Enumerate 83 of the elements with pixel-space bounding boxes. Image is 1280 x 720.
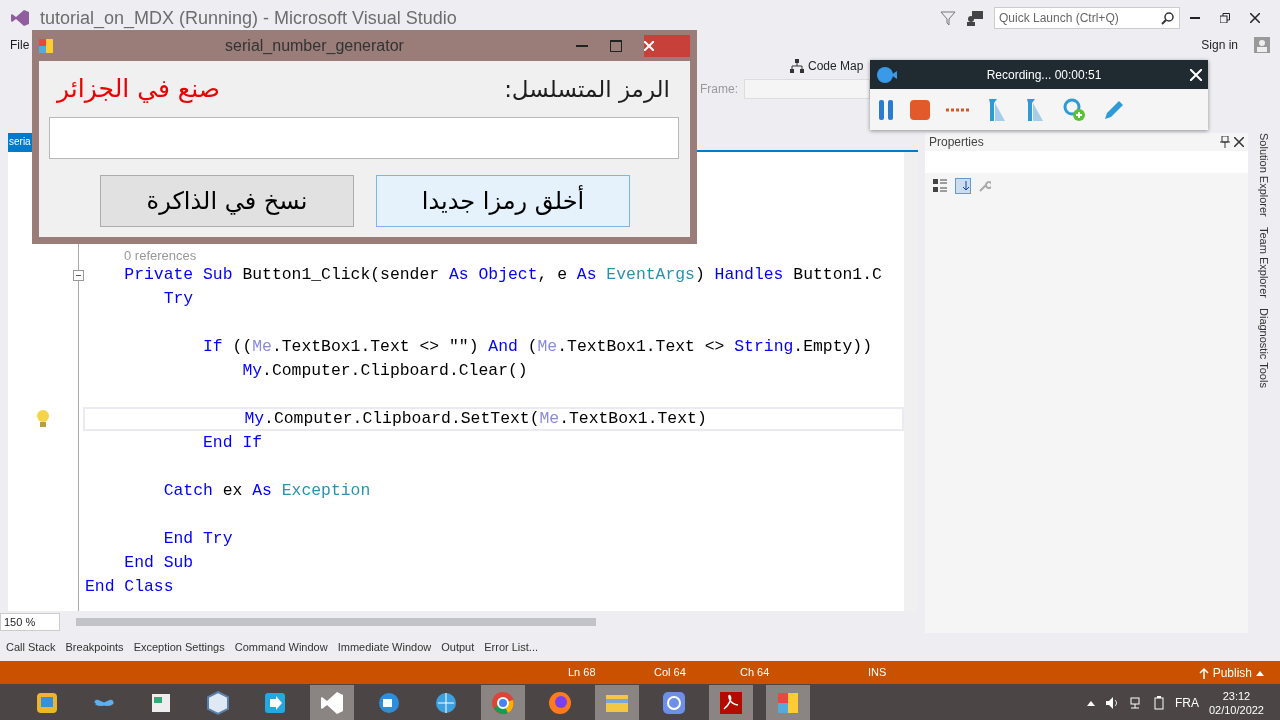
sync-icon[interactable]: [661, 689, 687, 716]
panel-tab[interactable]: Call Stack: [6, 638, 56, 656]
browser-icon[interactable]: [490, 689, 516, 716]
code-line: End Sub: [123, 552, 195, 574]
side-tab[interactable]: Solution Explorer: [1255, 133, 1273, 217]
battery-icon[interactable]: [1152, 695, 1165, 710]
panel-tab[interactable]: Output: [441, 638, 475, 656]
quick-launch-field[interactable]: Quick Launch (Ctrl+Q): [994, 7, 1180, 29]
speaker-icon[interactable]: [1104, 695, 1119, 710]
caret-icon: [1256, 669, 1264, 676]
code-line: Private Sub Button1_Click(sender As Object, e As EventArgs) Handles Button1.C: [123, 264, 883, 286]
sign-in-link[interactable]: Sign in: [1201, 36, 1238, 54]
frame-field[interactable]: [744, 79, 870, 99]
cube-icon[interactable]: [205, 689, 231, 716]
panel-tab[interactable]: Error List...: [484, 638, 539, 656]
caret-up-icon[interactable]: [1086, 699, 1095, 706]
sort-alphabetical-icon[interactable]: [955, 178, 971, 194]
minimize-icon: [1190, 17, 1200, 19]
collapse-icon[interactable]: [73, 270, 84, 281]
window-title: tutorial_on_MDX (Running) - Microsoft Visual Studio: [40, 6, 457, 31]
close-icon: [1250, 13, 1260, 23]
publish-button[interactable]: Publish: [1198, 663, 1264, 682]
fox-browser-icon[interactable]: [547, 689, 573, 716]
pause-icon[interactable]: [878, 99, 894, 120]
clock-time[interactable]: 23:12: [1208, 688, 1264, 703]
marker-icon[interactable]: [986, 96, 1008, 123]
side-tab[interactable]: Diagnostic Tools: [1255, 307, 1273, 388]
webcam-add-icon[interactable]: [1062, 97, 1086, 122]
dashed-line-icon[interactable]: [946, 107, 970, 112]
code-line: If ((Me.TextBox1.Text <> "") And (Me.TextBox1.Text <> String.Empty)): [202, 336, 873, 358]
code-line: Catch ex As Exception: [162, 480, 372, 502]
panel-tab[interactable]: Breakpoints: [65, 638, 124, 656]
language-indicator[interactable]: FRA: [1174, 693, 1199, 712]
stop-icon[interactable]: [910, 99, 930, 120]
code-line: End Class: [84, 576, 175, 598]
pdf-icon[interactable]: [718, 689, 744, 716]
frame-label: Frame:: [700, 81, 738, 98]
caption-text: صنع في الجزائر: [57, 73, 220, 106]
code-line: End Try: [162, 528, 234, 550]
field-label: الرمز المتسلسل:: [504, 74, 670, 105]
minimize-icon: [576, 44, 588, 47]
marker-icon[interactable]: [1024, 96, 1046, 123]
close-icon[interactable]: [1234, 137, 1244, 147]
side-tab[interactable]: Team Explorer: [1255, 226, 1273, 298]
camera-icon: [876, 65, 898, 84]
dialog-button[interactable]: أخلق رمزا جديدا: [376, 175, 630, 227]
avatar-icon[interactable]: [1254, 37, 1270, 53]
lightbulb-icon: [36, 409, 50, 429]
code-line: Try: [162, 288, 195, 310]
document-tab[interactable]: seria: [8, 133, 32, 150]
serial-field[interactable]: [49, 117, 679, 159]
recording-status: Recording... 00:00:51: [985, 66, 1103, 84]
pin-icon[interactable]: [1220, 136, 1230, 148]
app-icon: [39, 38, 53, 53]
network-icon[interactable]: [1128, 695, 1143, 710]
up-arrow-icon: [1198, 666, 1209, 679]
maximize-icon: [610, 39, 622, 52]
horizontal-scrollbar[interactable]: [76, 618, 596, 626]
code-line: My.Computer.Clipboard.Clear(): [241, 360, 529, 382]
status-text: Col 64: [654, 665, 686, 681]
clock-date[interactable]: 02/10/2022: [1208, 702, 1264, 717]
code-line: End If: [202, 432, 264, 454]
restore-icon: [1220, 13, 1230, 23]
categorized-icon[interactable]: [933, 179, 947, 193]
feedback-icon[interactable]: [966, 10, 984, 26]
panel-title: Properties: [929, 134, 985, 151]
filter-icon[interactable]: [940, 10, 956, 26]
dialog-title: serial_number_generator: [224, 35, 405, 56]
menu-item[interactable]: File: [10, 36, 30, 54]
infinity-logo-icon[interactable]: [319, 689, 345, 716]
close-icon: [644, 40, 654, 51]
status-text: INS: [868, 665, 887, 681]
panel-tab[interactable]: Exception Settings: [133, 638, 225, 656]
code-map-button[interactable]: Code Map: [790, 57, 864, 75]
visual-studio-logo-icon: [10, 8, 30, 28]
search-icon: [1161, 11, 1175, 25]
panel-tab[interactable]: Command Window: [234, 638, 328, 656]
zoom-dropdown[interactable]: 150 %: [0, 612, 60, 632]
status-text: Ln 68: [568, 665, 596, 681]
hierarchy-icon: [790, 59, 804, 73]
status-text: Ch 64: [740, 665, 770, 681]
panel-tab[interactable]: Immediate Window: [337, 638, 432, 656]
dialog-button[interactable]: نسخ في الذاكرة: [100, 175, 354, 227]
